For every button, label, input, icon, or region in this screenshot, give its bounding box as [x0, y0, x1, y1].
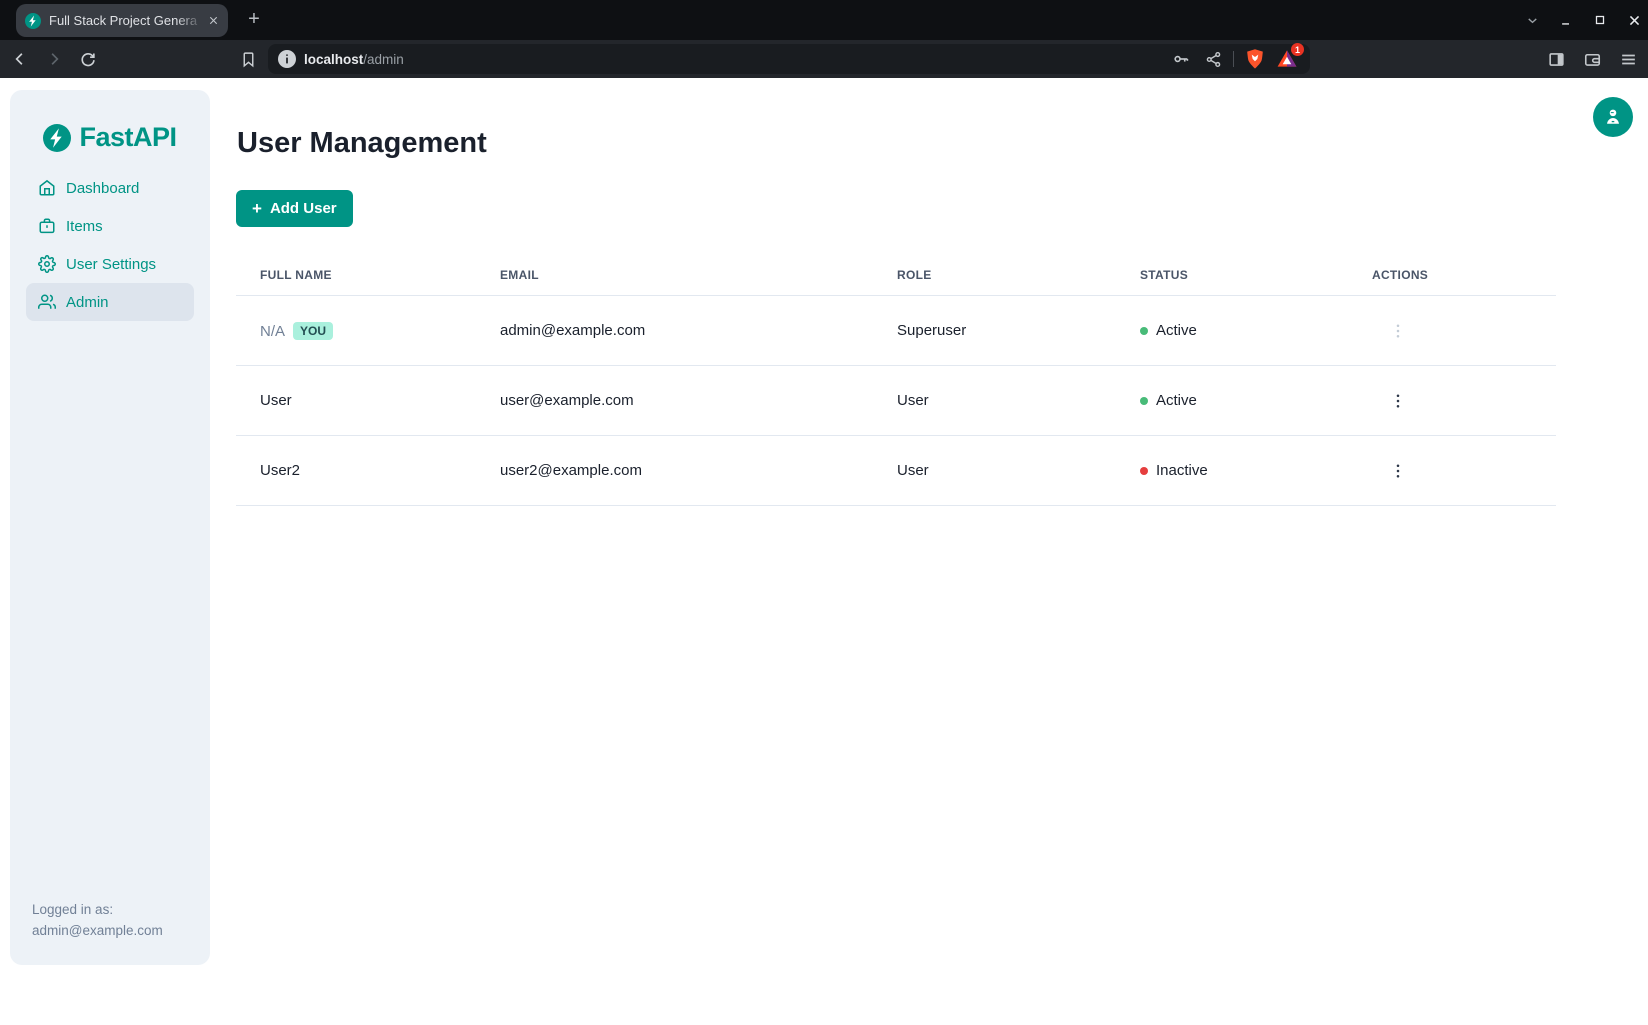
- cell-actions: [1372, 459, 1556, 483]
- table-row: N/A YOU admin@example.com Superuser Activ…: [236, 296, 1556, 366]
- sidebar-item-label: Items: [66, 218, 103, 235]
- home-icon: [38, 179, 56, 197]
- table-row: User2 user2@example.com User Inactive: [236, 436, 1556, 506]
- wallet-icon[interactable]: [1580, 47, 1604, 71]
- new-tab-button[interactable]: +: [242, 8, 266, 32]
- page-content: FastAPI Dashboard Items User Settings: [0, 78, 1648, 1025]
- cell-role: Superuser: [897, 322, 1140, 339]
- status-dot-active: [1140, 397, 1148, 405]
- cell-full-name: User: [236, 392, 500, 409]
- cell-status: Inactive: [1140, 462, 1372, 479]
- cell-actions: [1372, 389, 1556, 413]
- status-value: Active: [1156, 322, 1197, 339]
- logged-in-footer: Logged in as: admin@example.com: [10, 899, 210, 965]
- fastapi-favicon-icon: [25, 13, 41, 29]
- cell-email: admin@example.com: [500, 322, 897, 339]
- row-actions-kebab-icon[interactable]: [1386, 389, 1410, 413]
- minimize-window-icon[interactable]: [1554, 8, 1578, 32]
- table-row: User user@example.com User Active: [236, 366, 1556, 436]
- sidebar-item-label: Dashboard: [66, 180, 139, 197]
- sidebar-item-items[interactable]: Items: [26, 207, 194, 245]
- sidebar-item-dashboard[interactable]: Dashboard: [26, 169, 194, 207]
- share-icon[interactable]: [1201, 47, 1225, 71]
- gear-icon: [38, 255, 56, 273]
- toolbar-right-cluster: [1544, 47, 1644, 71]
- rewards-badge: 1: [1291, 43, 1304, 56]
- status-value: Active: [1156, 392, 1197, 409]
- cell-actions: [1372, 319, 1556, 343]
- cell-role: User: [897, 392, 1140, 409]
- site-info-icon[interactable]: [278, 50, 296, 68]
- status-dot-inactive: [1140, 467, 1148, 475]
- close-window-icon[interactable]: [1622, 8, 1646, 32]
- add-user-label: Add User: [270, 200, 337, 217]
- fastapi-logo-text: FastAPI: [79, 122, 176, 153]
- fastapi-bolt-icon: [43, 124, 71, 152]
- window-controls: [1520, 0, 1646, 40]
- url-bar[interactable]: localhost/admin 1: [268, 44, 1310, 74]
- browser-toolbar: localhost/admin 1: [0, 40, 1648, 78]
- users-icon: [38, 293, 56, 311]
- tab-close-icon[interactable]: [204, 12, 222, 30]
- back-icon[interactable]: [6, 45, 34, 73]
- status-value: Inactive: [1156, 462, 1208, 479]
- status-dot-active: [1140, 327, 1148, 335]
- tab-title: Full Stack Project Genera: [49, 13, 204, 28]
- row-actions-kebab-icon[interactable]: [1386, 459, 1410, 483]
- browser-tab[interactable]: Full Stack Project Genera: [16, 4, 228, 37]
- sidebar-item-label: User Settings: [66, 256, 156, 273]
- page-title: User Management: [237, 126, 1556, 160]
- sidebar-item-user-settings[interactable]: User Settings: [26, 245, 194, 283]
- cell-role: User: [897, 462, 1140, 479]
- main-content: User Management + Add User FULL NAME EMA…: [236, 78, 1556, 506]
- users-table: FULL NAME EMAIL ROLE STATUS ACTIONS N/A Y…: [236, 255, 1556, 506]
- forward-icon[interactable]: [40, 45, 68, 73]
- fastapi-logo: FastAPI: [10, 122, 210, 153]
- sidebar: FastAPI Dashboard Items User Settings: [10, 90, 210, 965]
- reload-icon[interactable]: [74, 45, 102, 73]
- cell-full-name: N/A YOU: [236, 322, 500, 340]
- cell-status: Active: [1140, 322, 1372, 339]
- password-key-icon[interactable]: [1169, 47, 1193, 71]
- menu-hamburger-icon[interactable]: [1616, 47, 1640, 71]
- sidebar-item-label: Admin: [66, 294, 109, 311]
- column-header-role: ROLE: [897, 268, 1140, 282]
- cell-full-name: User2: [236, 462, 500, 479]
- browser-tab-strip: Full Stack Project Genera +: [0, 0, 1648, 40]
- add-user-button[interactable]: + Add User: [236, 190, 353, 227]
- side-panel-icon[interactable]: [1544, 47, 1568, 71]
- url-host: localhost: [304, 52, 363, 67]
- logged-in-label: Logged in as:: [32, 899, 188, 920]
- urlbar-actions: 1: [1169, 46, 1300, 72]
- full-name-value: N/A: [260, 323, 285, 340]
- row-actions-kebab-icon[interactable]: [1386, 319, 1410, 343]
- urlbar-separator: [1233, 51, 1234, 67]
- briefcase-icon: [38, 217, 56, 235]
- maximize-window-icon[interactable]: [1588, 8, 1612, 32]
- column-header-email: EMAIL: [500, 268, 897, 282]
- column-header-actions: ACTIONS: [1372, 268, 1556, 282]
- column-header-status: STATUS: [1140, 268, 1372, 282]
- sidebar-item-admin[interactable]: Admin: [26, 283, 194, 321]
- tab-search-chevron-icon[interactable]: [1520, 8, 1544, 32]
- plus-icon: +: [252, 200, 262, 217]
- user-menu-button[interactable]: [1593, 97, 1633, 137]
- brave-shield-icon[interactable]: [1242, 46, 1268, 72]
- user-avatar-icon: [1602, 105, 1624, 130]
- logged-in-email: admin@example.com: [32, 920, 188, 941]
- you-badge: YOU: [293, 322, 333, 340]
- sidebar-nav: Dashboard Items User Settings Admin: [10, 169, 210, 321]
- url-path: /admin: [363, 52, 404, 67]
- cell-email: user@example.com: [500, 392, 897, 409]
- cell-email: user2@example.com: [500, 462, 897, 479]
- column-header-full-name: FULL NAME: [236, 268, 500, 282]
- cell-status: Active: [1140, 392, 1372, 409]
- brave-rewards-icon[interactable]: 1: [1274, 46, 1300, 72]
- table-header-row: FULL NAME EMAIL ROLE STATUS ACTIONS: [236, 255, 1556, 296]
- url-text: localhost/admin: [304, 52, 404, 67]
- bookmark-icon[interactable]: [236, 47, 260, 71]
